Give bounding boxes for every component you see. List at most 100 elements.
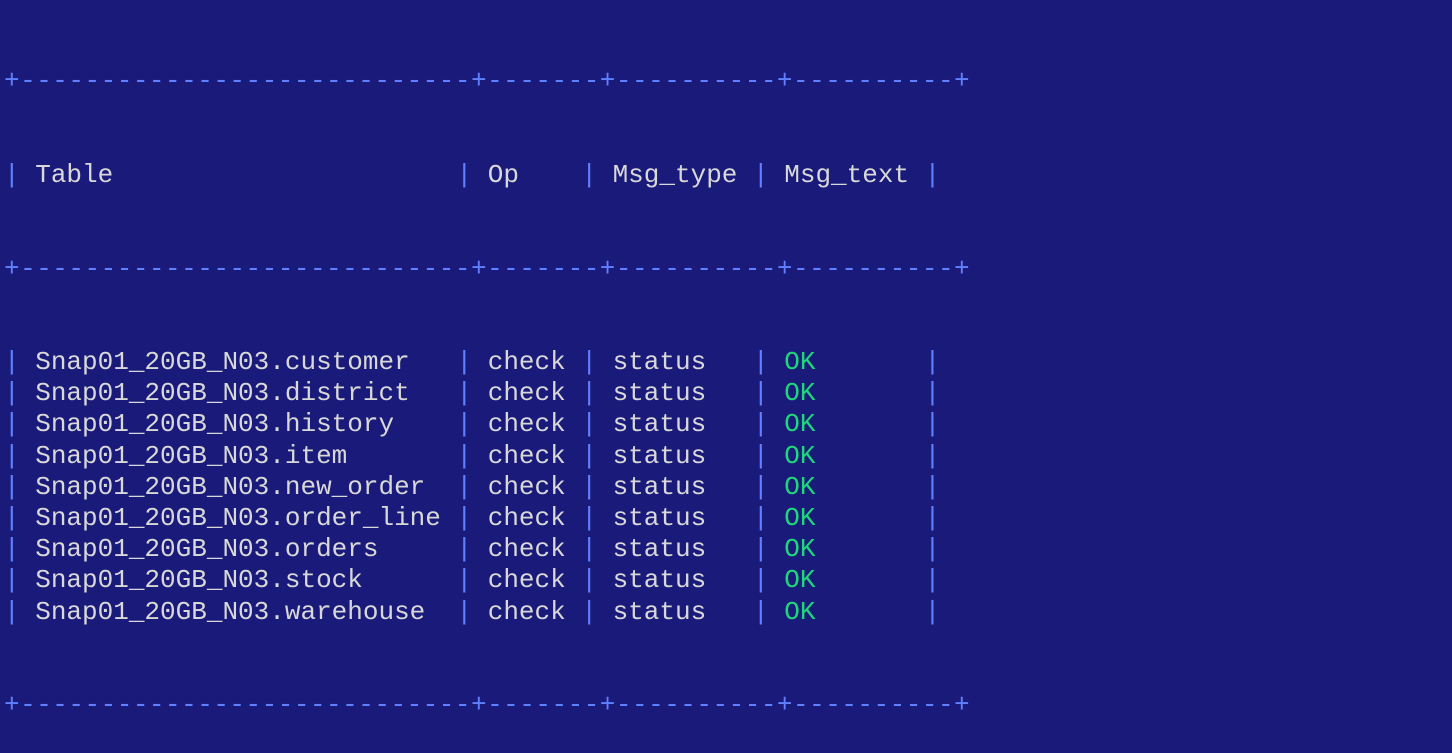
pipe-icon: | bbox=[457, 409, 473, 439]
cell-op: check bbox=[488, 503, 566, 533]
pipe-icon: | bbox=[4, 160, 20, 190]
cell-op: check bbox=[488, 597, 566, 627]
pipe-icon: | bbox=[925, 503, 941, 533]
pipe-icon: | bbox=[581, 347, 597, 377]
pipe-icon: | bbox=[4, 534, 20, 564]
pipe-icon: | bbox=[581, 160, 597, 190]
pipe-icon: | bbox=[4, 597, 20, 627]
pipe-icon: | bbox=[457, 472, 473, 502]
pipe-icon: | bbox=[581, 597, 597, 627]
cell-msg-text: OK bbox=[784, 565, 815, 595]
pipe-icon: | bbox=[753, 378, 769, 408]
cell-op: check bbox=[488, 534, 566, 564]
pipe-icon: | bbox=[581, 503, 597, 533]
pipe-icon: | bbox=[925, 472, 941, 502]
pipe-icon: | bbox=[753, 534, 769, 564]
cell-msg-text: OK bbox=[784, 347, 815, 377]
pipe-icon: | bbox=[925, 534, 941, 564]
table-row: | Snap01_20GB_N03.history | check | stat… bbox=[4, 409, 1448, 440]
pipe-icon: | bbox=[457, 503, 473, 533]
cell-table: Snap01_20GB_N03.customer bbox=[35, 347, 441, 377]
pipe-icon: | bbox=[925, 347, 941, 377]
pipe-icon: | bbox=[457, 160, 473, 190]
cell-msg-type: status bbox=[613, 503, 738, 533]
cell-op: check bbox=[488, 441, 566, 471]
pipe-icon: | bbox=[4, 472, 20, 502]
table-body: | Snap01_20GB_N03.customer | check | sta… bbox=[4, 347, 1448, 628]
cell-op: check bbox=[488, 409, 566, 439]
pipe-icon: | bbox=[581, 409, 597, 439]
pipe-icon: | bbox=[925, 160, 941, 190]
table-row: | Snap01_20GB_N03.item | check | status … bbox=[4, 441, 1448, 472]
table-row: | Snap01_20GB_N03.orders | check | statu… bbox=[4, 534, 1448, 565]
pipe-icon: | bbox=[753, 503, 769, 533]
pipe-icon: | bbox=[457, 347, 473, 377]
cell-table: Snap01_20GB_N03.item bbox=[35, 441, 441, 471]
cell-msg-type: status bbox=[613, 472, 738, 502]
pipe-icon: | bbox=[581, 378, 597, 408]
cell-table: Snap01_20GB_N03.order_line bbox=[35, 503, 441, 533]
pipe-icon: | bbox=[753, 160, 769, 190]
pipe-icon: | bbox=[925, 378, 941, 408]
pipe-icon: | bbox=[925, 565, 941, 595]
cell-table: Snap01_20GB_N03.orders bbox=[35, 534, 441, 564]
table-header-row: | Table | Op | Msg_type | Msg_text | bbox=[4, 160, 1448, 191]
table-row: | Snap01_20GB_N03.district | check | sta… bbox=[4, 378, 1448, 409]
pipe-icon: | bbox=[581, 441, 597, 471]
cell-msg-text: OK bbox=[784, 503, 815, 533]
table-border-bottom: +----------------------------+-------+--… bbox=[4, 690, 1448, 721]
table-row: | Snap01_20GB_N03.stock | check | status… bbox=[4, 565, 1448, 596]
pipe-icon: | bbox=[457, 597, 473, 627]
header-msg-type: Msg_type bbox=[613, 160, 738, 190]
pipe-icon: | bbox=[753, 441, 769, 471]
pipe-icon: | bbox=[753, 409, 769, 439]
cell-msg-text: OK bbox=[784, 441, 815, 471]
pipe-icon: | bbox=[457, 565, 473, 595]
cell-op: check bbox=[488, 347, 566, 377]
cell-op: check bbox=[488, 565, 566, 595]
pipe-icon: | bbox=[457, 534, 473, 564]
cell-table: Snap01_20GB_N03.new_order bbox=[35, 472, 441, 502]
pipe-icon: | bbox=[925, 409, 941, 439]
table-row: | Snap01_20GB_N03.customer | check | sta… bbox=[4, 347, 1448, 378]
table-row: | Snap01_20GB_N03.new_order | check | st… bbox=[4, 472, 1448, 503]
pipe-icon: | bbox=[4, 503, 20, 533]
cell-table: Snap01_20GB_N03.history bbox=[35, 409, 441, 439]
cell-msg-text: OK bbox=[784, 378, 815, 408]
cell-msg-type: status bbox=[613, 565, 738, 595]
pipe-icon: | bbox=[753, 347, 769, 377]
table-border-mid: +----------------------------+-------+--… bbox=[4, 254, 1448, 285]
header-op: Op bbox=[488, 160, 519, 190]
cell-table: Snap01_20GB_N03.district bbox=[35, 378, 441, 408]
cell-msg-text: OK bbox=[784, 472, 815, 502]
cell-op: check bbox=[488, 378, 566, 408]
pipe-icon: | bbox=[457, 378, 473, 408]
header-table: Table bbox=[35, 160, 113, 190]
cell-msg-type: status bbox=[613, 378, 738, 408]
cell-msg-text: OK bbox=[784, 409, 815, 439]
pipe-icon: | bbox=[457, 441, 473, 471]
cell-msg-type: status bbox=[613, 441, 738, 471]
cell-msg-text: OK bbox=[784, 534, 815, 564]
cell-table: Snap01_20GB_N03.stock bbox=[35, 565, 441, 595]
header-msg-text: Msg_text bbox=[784, 160, 909, 190]
pipe-icon: | bbox=[581, 565, 597, 595]
cell-msg-type: status bbox=[613, 597, 738, 627]
table-row: | Snap01_20GB_N03.warehouse | check | st… bbox=[4, 597, 1448, 628]
pipe-icon: | bbox=[4, 347, 20, 377]
pipe-icon: | bbox=[753, 597, 769, 627]
pipe-icon: | bbox=[4, 378, 20, 408]
pipe-icon: | bbox=[753, 472, 769, 502]
mysql-check-table-output: +----------------------------+-------+--… bbox=[4, 4, 1448, 753]
cell-table: Snap01_20GB_N03.warehouse bbox=[35, 597, 441, 627]
pipe-icon: | bbox=[925, 597, 941, 627]
cell-msg-text: OK bbox=[784, 597, 815, 627]
pipe-icon: | bbox=[925, 441, 941, 471]
pipe-icon: | bbox=[4, 441, 20, 471]
pipe-icon: | bbox=[753, 565, 769, 595]
cell-msg-type: status bbox=[613, 534, 738, 564]
pipe-icon: | bbox=[4, 409, 20, 439]
header-pad-2 bbox=[519, 160, 566, 190]
pipe-icon: | bbox=[581, 472, 597, 502]
header-pad-1 bbox=[113, 160, 441, 190]
